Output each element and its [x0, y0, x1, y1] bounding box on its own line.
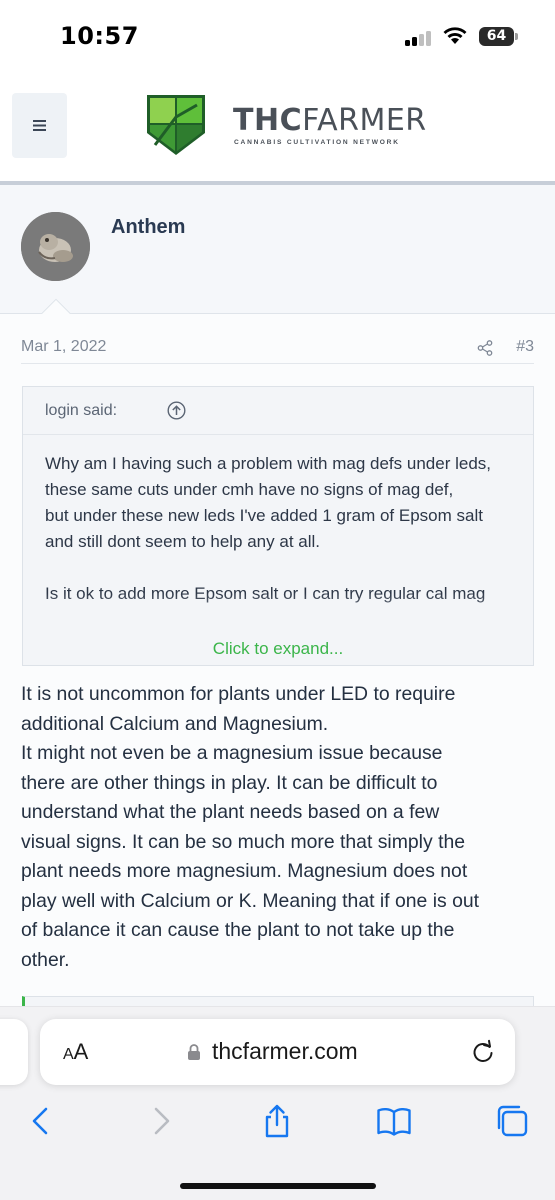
avatar-image — [21, 212, 90, 281]
avatar[interactable] — [21, 212, 90, 281]
thcfarmer-logo-icon[interactable] — [145, 93, 207, 157]
post-message: It is not uncommon for plants under LED … — [21, 680, 536, 975]
jump-to-quote-icon[interactable] — [167, 401, 186, 420]
back-icon[interactable] — [22, 1103, 58, 1139]
message-line: It might not even be a magnesium issue b… — [21, 742, 443, 764]
bookmarks-icon[interactable] — [376, 1103, 412, 1139]
expand-quote-link[interactable]: Click to expand... — [23, 639, 533, 659]
post-meta: Mar 1, 2022 #3 — [21, 338, 534, 364]
share-icon[interactable] — [477, 340, 493, 356]
message-line: plant needs more magnesium. Magnesium do… — [21, 860, 468, 882]
site-header: THCFARMER CANNABIS CULTIVATION NETWORK — [0, 75, 555, 185]
message-line: additional Calcium and Magnesium. — [21, 712, 329, 735]
cellular-signal-icon — [405, 31, 435, 46]
message-line: play well with Calcium or K. Meaning tha… — [21, 889, 480, 912]
message-line: understand what the plant needs based on… — [21, 801, 440, 823]
quote-fade — [23, 593, 533, 643]
forward-icon[interactable] — [144, 1103, 180, 1139]
quote-paragraph: Why am I having such a problem with mag … — [45, 454, 491, 551]
status-bar: 10:57 64 — [0, 0, 555, 75]
text-size-button[interactable]: AA — [63, 1039, 88, 1065]
status-time: 10:57 — [60, 22, 139, 50]
url-text[interactable]: thcfarmer.com — [212, 1038, 358, 1065]
menu-button[interactable] — [12, 93, 67, 158]
reload-icon[interactable] — [470, 1039, 496, 1065]
post-author-area: Anthem — [0, 189, 555, 314]
browser-toolbar: AA thcfarmer.com — [0, 1006, 555, 1200]
wifi-icon — [443, 27, 467, 44]
message-arrow — [38, 296, 74, 314]
message-line: there are other things in play. It can b… — [21, 771, 438, 794]
share-sheet-icon[interactable] — [259, 1103, 295, 1139]
logo-wordmark[interactable]: THCFARMER — [233, 103, 427, 138]
message-line: It is not uncommon for plants under LED … — [21, 683, 456, 705]
tabs-icon[interactable] — [494, 1103, 530, 1139]
home-indicator — [180, 1183, 376, 1189]
message-line: other. — [21, 948, 70, 971]
lock-icon — [188, 1044, 200, 1060]
message-line: visual signs. It can be so much more tha… — [21, 830, 466, 853]
post-date[interactable]: Mar 1, 2022 — [21, 338, 106, 356]
post-number[interactable]: #3 — [516, 338, 534, 356]
quote-block: login said: Why am I having such a probl… — [22, 386, 534, 666]
post-body: Mar 1, 2022 #3 login said: Why am I havi… — [0, 314, 555, 1026]
logo-tagline: CANNABIS CULTIVATION NETWORK — [234, 139, 400, 146]
previous-tab-card[interactable] — [0, 1019, 28, 1085]
message-line: of balance it can cause the plant to not… — [21, 919, 455, 941]
quote-header: login said: — [23, 387, 533, 435]
hamburger-icon — [33, 120, 46, 131]
author-name[interactable]: Anthem — [111, 216, 185, 239]
quote-author[interactable]: login said: — [45, 402, 117, 420]
battery-indicator: 64 — [479, 27, 518, 46]
address-bar[interactable]: AA thcfarmer.com — [40, 1019, 515, 1085]
